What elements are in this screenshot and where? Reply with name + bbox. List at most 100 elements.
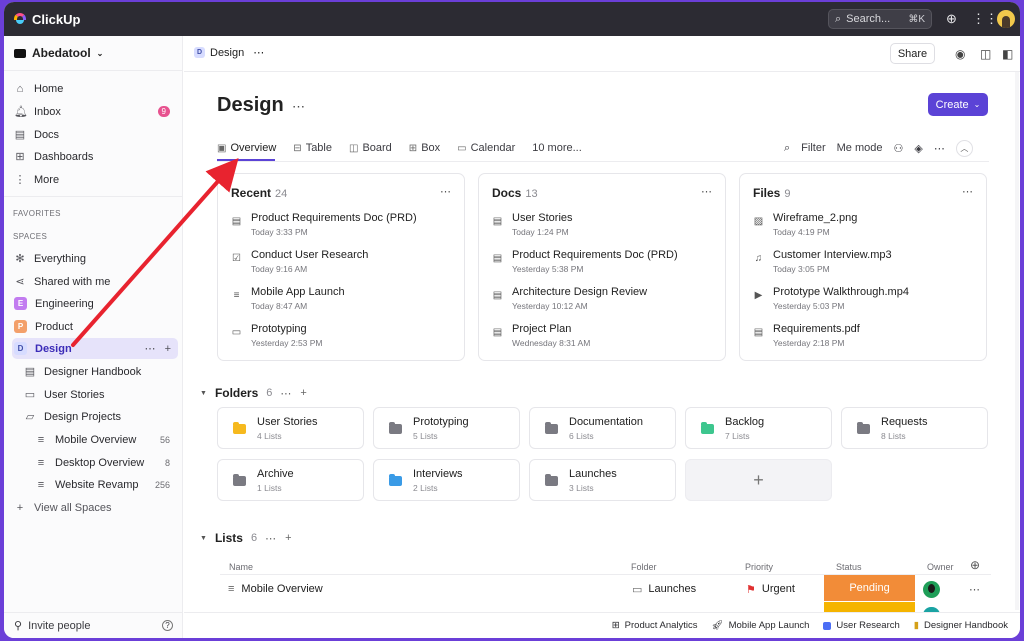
workspace-switcher[interactable]: Abedatool ⌄	[14, 46, 103, 60]
bottom-tab-user-research[interactable]: User Research	[823, 620, 900, 631]
filter-button[interactable]: Filter	[801, 142, 825, 154]
sidebar-item-shared[interactable]: ⋖ Shared with me	[12, 271, 178, 292]
row-more-icon[interactable]: ⋯	[969, 583, 981, 596]
sidebar-item-more[interactable]: ⋮ More	[12, 169, 178, 190]
spaces-heading[interactable]: SPACES	[13, 232, 47, 241]
tab-more[interactable]: 10 more...	[532, 138, 582, 158]
sidebar-item-design-projects[interactable]: ▱ Design Projects	[22, 406, 178, 427]
more-icon[interactable]: ⋯	[280, 387, 292, 400]
share-button[interactable]: Share	[890, 43, 935, 64]
sidebar-item-user-stories[interactable]: ▭ User Stories	[22, 384, 178, 405]
add-column-icon[interactable]: ⊕	[970, 558, 980, 572]
sidebar-item-inbox[interactable]: 🔔︎ Inbox 9	[12, 101, 178, 122]
notifications-icon[interactable]: ◫	[980, 47, 991, 61]
card-item[interactable]: ▤ Architecture Design Review Yesterday 10:…	[492, 286, 647, 311]
scrollbar[interactable]	[1015, 72, 1019, 610]
folder-card[interactable]: Requests 8 Lists	[841, 407, 988, 449]
layers-icon[interactable]: ◈	[914, 142, 922, 155]
sidebar-item-engineering[interactable]: E Engineering	[12, 293, 178, 314]
card-more-icon[interactable]: ⋯	[701, 185, 713, 198]
ai-bot-icon[interactable]: ◉	[955, 47, 965, 61]
folder-card[interactable]: Interviews 2 Lists	[373, 459, 520, 501]
clickup-logo[interactable]: ClickUp	[14, 12, 80, 27]
folder-card[interactable]: Launches 3 Lists	[529, 459, 676, 501]
sidebar-item-docs[interactable]: ▤ Docs	[12, 124, 178, 145]
card-item[interactable]: ▤ Product Requirements Doc (PRD) Yesterday…	[492, 249, 678, 274]
tab-overview[interactable]: ▣ Overview	[217, 138, 276, 158]
tab-board[interactable]: ◫ Board	[349, 138, 392, 158]
workspace-name: Abedatool	[32, 46, 91, 60]
assignees-icon[interactable]: ⚇	[893, 142, 903, 155]
card-item[interactable]: ▶ Prototype Walkthrough.mp4 Yesterday 5:03…	[753, 286, 909, 311]
breadcrumb-more-icon[interactable]: ⋯	[253, 46, 265, 59]
more-icon[interactable]: ⋯	[934, 142, 945, 155]
doc-icon: ▤	[14, 129, 26, 141]
user-avatar[interactable]	[997, 10, 1015, 28]
lists-section-header[interactable]: ▼ Lists 6 ⋯ +	[200, 531, 293, 545]
folders-section-header[interactable]: ▼ Folders 6 ⋯ +	[200, 386, 308, 400]
sidebar-item-mobile-overview[interactable]: ≡ Mobile Overview 56	[33, 429, 178, 450]
tab-calendar[interactable]: ▭ Calendar	[457, 138, 515, 158]
card-more-icon[interactable]: ⋯	[962, 185, 974, 198]
folder-card[interactable]: Archive 1 Lists	[217, 459, 364, 501]
dashboard-icon: ⊞	[15, 151, 25, 163]
bottom-tab-designer-handbook[interactable]: ▮ Designer Handbook	[914, 620, 1008, 631]
col-folder[interactable]: Folder	[631, 562, 657, 572]
card-item[interactable]: ☑ Conduct User Research Today 9:16 AM	[231, 249, 368, 274]
col-status[interactable]: Status	[836, 562, 862, 572]
folder-card[interactable]: Backlog 7 Lists	[685, 407, 832, 449]
tab-box[interactable]: ⊞ Box	[409, 138, 440, 158]
search-icon[interactable]: ⌕	[784, 142, 790, 155]
sidebar-item-desktop-overview[interactable]: ≡ Desktop Overview 8	[33, 452, 178, 473]
sidebar-item-designer-handbook[interactable]: ▤ Designer Handbook	[22, 361, 178, 382]
sidebar-item-everything[interactable]: ✻ Everything	[12, 248, 178, 269]
card-item[interactable]: ▤ Product Requirements Doc (PRD) Today 3:3…	[231, 212, 417, 237]
bottom-tab-product-analytics[interactable]: ⊞ Product Analytics	[612, 620, 698, 631]
engineering-space-icon: E	[14, 297, 27, 310]
card-item[interactable]: ▤ Requirements.pdf Yesterday 2:18 PM	[753, 323, 860, 348]
card-item[interactable]: ▭ Prototyping Yesterday 2:53 PM	[231, 323, 323, 348]
bottom-tab-mobile-app-launch[interactable]: 🚀︎ Mobile App Launch	[712, 620, 810, 631]
card-more-icon[interactable]: ⋯	[440, 185, 452, 198]
add-folder-button[interactable]: +	[685, 459, 832, 501]
sidebar-item-dashboards[interactable]: ⊞ Dashboards	[12, 146, 178, 167]
panel-toggle-icon[interactable]: ◧	[1002, 47, 1013, 61]
apps-grid-icon[interactable]: ⋮⋮	[972, 11, 998, 27]
card-item[interactable]: ≡ Mobile App Launch Today 8:47 AM	[231, 286, 345, 311]
card-item[interactable]: ▤ User Stories Today 1:24 PM	[492, 212, 573, 237]
page-more-icon[interactable]: ⋯	[292, 99, 306, 115]
help-icon[interactable]: ?	[162, 620, 173, 631]
col-priority[interactable]: Priority	[745, 562, 773, 572]
folder-card[interactable]: Documentation 6 Lists	[529, 407, 676, 449]
card-title: Files	[753, 186, 781, 200]
breadcrumb-design[interactable]: Design	[210, 47, 244, 59]
global-search[interactable]: ⌕ Search... ⌘K	[828, 9, 932, 29]
tab-table[interactable]: ⊟ Table	[293, 138, 332, 158]
folder-card[interactable]: User Stories 4 Lists	[217, 407, 364, 449]
collapse-icon[interactable]: ︿	[955, 139, 973, 157]
col-owner[interactable]: Owner	[927, 562, 954, 572]
card-item[interactable]: ▨ Wireframe_2.png Today 4:19 PM	[753, 212, 858, 237]
sidebar-item-home[interactable]: ⌂ Home	[12, 78, 178, 99]
favorites-heading[interactable]: FAVORITES	[13, 209, 61, 218]
me-mode-button[interactable]: Me mode	[837, 142, 883, 154]
create-button[interactable]: Create ⌄	[928, 93, 988, 116]
card-item[interactable]: ▤ Project Plan Wednesday 8:31 AM	[492, 323, 591, 348]
col-name[interactable]: Name	[229, 562, 253, 572]
plus-icon[interactable]: +	[300, 387, 307, 399]
sidebar-item-product[interactable]: P Product	[12, 316, 178, 337]
more-vertical-icon: ⋮	[14, 174, 26, 186]
plus-icon[interactable]: +	[285, 532, 292, 544]
sidebar-item-design[interactable]: D Design ⋯ +	[12, 338, 178, 359]
add-circle-icon[interactable]: ⊕	[946, 11, 957, 27]
status-badge[interactable]: Pending	[824, 575, 915, 601]
sidebar-item-website-revamp[interactable]: ≡ Website Revamp 256	[33, 474, 178, 495]
view-all-spaces[interactable]: + View all Spaces	[12, 497, 178, 518]
card-item[interactable]: ♫ Customer Interview.mp3 Today 3:05 PM	[753, 249, 892, 274]
space-actions[interactable]: ⋯ +	[144, 342, 172, 355]
avatar[interactable]	[923, 581, 940, 598]
invite-people-button[interactable]: Invite people	[28, 620, 90, 632]
folder-card[interactable]: Prototyping 5 Lists	[373, 407, 520, 449]
app-window: ClickUp ⌕ Search... ⌘K ⊕ ⋮⋮ Abedatool ⌄ …	[4, 2, 1020, 638]
more-icon[interactable]: ⋯	[265, 532, 277, 545]
